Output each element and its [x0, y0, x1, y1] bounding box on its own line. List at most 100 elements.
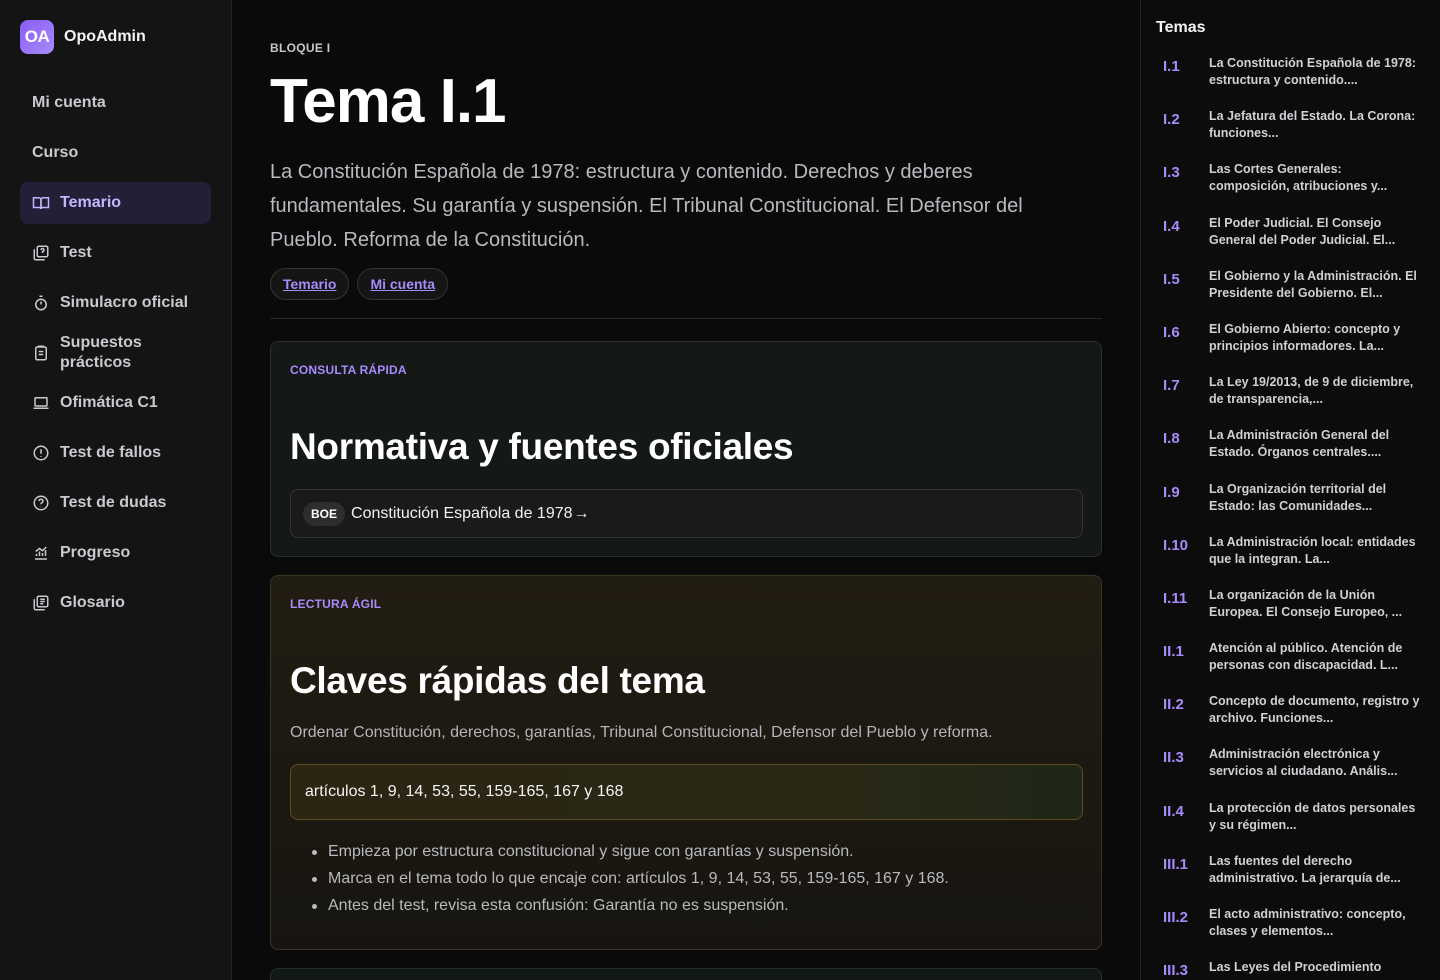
sidebar-item-label: Mi cuenta [32, 94, 106, 111]
topic-title: Las Leyes del Procedimiento [1209, 960, 1382, 975]
topic-number: II.4 [1163, 802, 1184, 820]
laptop-icon [32, 394, 50, 412]
next-card [270, 968, 1102, 980]
topic-number: I.11 [1163, 589, 1188, 607]
topic-subtitle: La Constitución Española de 1978: estruc… [270, 161, 1023, 251]
topic-number: I.7 [1163, 377, 1180, 395]
breadcrumb-chips: Temario Mi cuenta [270, 268, 449, 300]
sidebar-item-label: Progreso [60, 544, 131, 561]
topic-number: III.3 [1163, 962, 1189, 980]
chart-icon [32, 544, 50, 562]
topic-title: La Ley 19/2013, de 9 de diciembre, de tr… [1209, 375, 1414, 407]
topic-title: La Administración General del Estado. Ór… [1209, 428, 1390, 460]
topic-number: I.2 [1163, 111, 1180, 129]
topics-panel: Temas I.1 La Constitución Española de 197… [1140, 0, 1440, 980]
topic-number: I.10 [1163, 536, 1189, 554]
topics-list: I.1 La Constitución Española de 1978: est… [1141, 55, 1440, 980]
sidebar-item-label: Ofimática C1 [60, 394, 158, 411]
topic-item-I-7[interactable]: I.7 La Ley 19/2013, de 9 de diciembre, de… [1141, 374, 1440, 427]
quick-read-card: LECTURA ÁGIL Claves rápidas del tema Ord… [270, 575, 1102, 950]
help-circle-icon [32, 494, 50, 512]
topic-item-I-11[interactable]: I.11 La organización de la Unión Europea.… [1141, 587, 1440, 640]
topic-title: Concepto de documento, registro y archiv… [1209, 694, 1420, 726]
topic-item-III-3[interactable]: III.3 Las Leyes del Procedimiento [1141, 959, 1440, 980]
sidebar-item-label: Curso [32, 144, 79, 161]
topic-title: La Administración local: entidades que l… [1209, 534, 1416, 566]
topic-number: III.1 [1163, 855, 1189, 873]
sidebar-item-supuestos-practicos[interactable]: Supuestos prácticos [20, 332, 211, 374]
sidebar-item-ofimatica-c1[interactable]: Ofimática C1 [20, 382, 211, 424]
boe-badge: BOE [303, 501, 346, 526]
sidebar: OA OpoAdmin Mi cuenta Curso Temario Test [0, 0, 232, 980]
sidebar-item-test[interactable]: Test [20, 232, 211, 274]
topic-number: I.4 [1163, 217, 1180, 235]
topic-item-II-2[interactable]: II.2 Concepto de documento, registro y ar… [1141, 693, 1440, 746]
sidebar-item-test-de-fallos[interactable]: Test de fallos [20, 432, 211, 474]
sidebar-item-label: Test de fallos [60, 444, 162, 461]
quiz-icon [32, 244, 50, 262]
topic-title: La Organización territorial del Estado: … [1209, 481, 1387, 513]
card-description: Ordenar Constitución, derechos, garantía… [290, 724, 993, 741]
source-title: Constitución Española de 1978 [351, 504, 573, 522]
topic-item-III-2[interactable]: III.2 El acto administrativo: concepto, c… [1141, 906, 1440, 959]
topic-item-I-6[interactable]: I.6 El Gobierno Abierto: concepto y princ… [1141, 321, 1440, 374]
key-articles-box: artículos 1, 9, 14, 53, 55, 159-165, 167… [290, 764, 1083, 820]
chip-mi-cuenta[interactable]: Mi cuenta [357, 268, 449, 300]
card-title: Claves rápidas del tema [290, 660, 705, 701]
brand[interactable]: OA OpoAdmin [20, 20, 146, 54]
list-item: Empieza por estructura constitucional y … [310, 838, 949, 865]
key-points-list: Empieza por estructura constitucional y … [310, 838, 949, 919]
book-open-icon [32, 194, 50, 212]
sidebar-item-mi-cuenta[interactable]: Mi cuenta [20, 82, 211, 124]
topic-item-I-8[interactable]: I.8 La Administración General del Estado.… [1141, 427, 1440, 480]
topic-number: I.9 [1163, 483, 1180, 501]
brand-logo: OA [20, 20, 54, 54]
list-item: Marca en el tema todo lo que encaje con:… [310, 865, 949, 892]
topic-title: El acto administrativo: concepto, clases… [1209, 907, 1406, 938]
card-title: Normativa y fuentes oficiales [290, 426, 794, 467]
sidebar-item-glosario[interactable]: Glosario [20, 582, 211, 624]
topic-title: La Jefatura del Estado. La Corona: funci… [1209, 109, 1416, 141]
topic-item-I-3[interactable]: I.3 Las Cortes Generales: composición, at… [1141, 161, 1440, 214]
chip-temario[interactable]: Temario [270, 268, 350, 300]
topic-number: II.2 [1163, 696, 1184, 714]
topic-item-I-4[interactable]: I.4 El Poder Judicial. El Consejo General… [1141, 215, 1440, 268]
app-root: OA OpoAdmin Mi cuenta Curso Temario Test [0, 0, 1440, 980]
topic-title: Administración electrónica y servicios a… [1209, 747, 1398, 779]
clipboard-icon [32, 344, 50, 362]
topic-number: I.8 [1163, 430, 1180, 448]
topic-title: Las Cortes Generales: composición, atrib… [1209, 162, 1388, 194]
sidebar-item-label: Supuestos prácticos [60, 334, 142, 371]
sidebar-item-temario[interactable]: Temario [20, 182, 211, 224]
topic-item-I-1[interactable]: I.1 La Constitución Española de 1978: est… [1141, 55, 1440, 108]
topic-title: La protección de datos personales y su r… [1209, 800, 1416, 832]
sidebar-item-test-de-dudas[interactable]: Test de dudas [20, 482, 211, 524]
topic-item-I-2[interactable]: I.2 La Jefatura del Estado. La Corona: fu… [1141, 108, 1440, 161]
topic-number: I.1 [1163, 58, 1180, 75]
block-label: BLOQUE I [270, 41, 331, 55]
topic-number: II.3 [1163, 749, 1184, 767]
topics-panel-title: Temas [1156, 19, 1206, 36]
card-eyebrow: LECTURA ÁGIL [290, 597, 382, 611]
official-source-link[interactable]: BOE Constitución Española de 1978 → [290, 489, 1083, 538]
list-item: Antes del test, revisa esta confusión: G… [310, 892, 949, 919]
page-title: Tema I.1 [270, 67, 507, 136]
sidebar-item-label: Test de dudas [60, 494, 167, 511]
quick-reference-card: CONSULTA RÁPIDA Normativa y fuentes ofic… [270, 341, 1102, 557]
topic-item-I-5[interactable]: I.5 El Gobierno y la Administración. El P… [1141, 268, 1440, 321]
sidebar-item-curso[interactable]: Curso [20, 132, 211, 174]
topic-item-II-4[interactable]: II.4 La protección de datos personales y … [1141, 800, 1440, 853]
topic-title: La Constitución Española de 1978: estruc… [1209, 56, 1416, 87]
topic-title: El Gobierno y la Administración. El Pres… [1209, 268, 1417, 300]
topic-number: III.2 [1163, 909, 1189, 926]
topic-title: El Poder Judicial. El Consejo General de… [1209, 215, 1396, 247]
topic-item-III-1[interactable]: III.1 Las fuentes del derecho administrat… [1141, 853, 1440, 906]
sidebar-item-progreso[interactable]: Progreso [20, 532, 211, 574]
topic-item-I-10[interactable]: I.10 La Administración local: entidades q… [1141, 534, 1440, 587]
library-icon [32, 594, 50, 612]
topic-item-I-9[interactable]: I.9 La Organización territorial del Estad… [1141, 481, 1440, 534]
topic-item-II-3[interactable]: II.3 Administración electrónica y servici… [1141, 746, 1440, 799]
sidebar-item-simulacro-oficial[interactable]: Simulacro oficial [20, 282, 211, 324]
topic-item-II-1[interactable]: II.1 Atención al público. Atención de per… [1141, 640, 1440, 693]
topic-number: II.1 [1163, 643, 1184, 661]
